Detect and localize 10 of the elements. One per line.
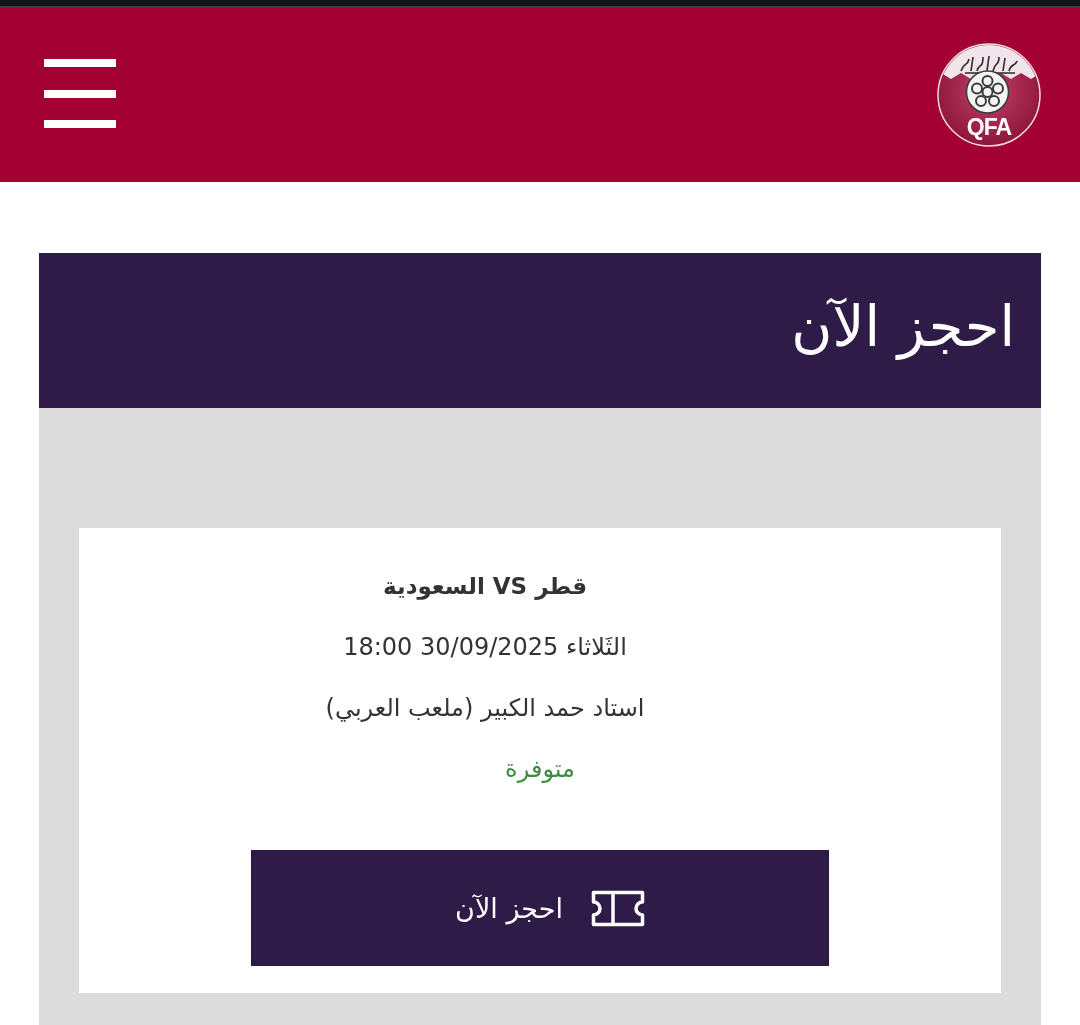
- menu-button[interactable]: [44, 58, 116, 128]
- match-title: قطر VS السعودية: [383, 572, 587, 599]
- availability-status: متوفرة: [505, 754, 575, 783]
- menu-icon: [44, 58, 116, 128]
- match-venue: استاد حمد الكبير (ملعب العربي): [325, 693, 645, 722]
- ticket-icon: [590, 889, 645, 927]
- logo-text: QFA: [966, 115, 1012, 139]
- match-datetime: الثَلاثاء 30/09/2025 18:00: [343, 632, 627, 661]
- panel-title: احجز الآن: [791, 292, 1015, 362]
- book-now-button[interactable]: احجز الآن: [251, 850, 829, 966]
